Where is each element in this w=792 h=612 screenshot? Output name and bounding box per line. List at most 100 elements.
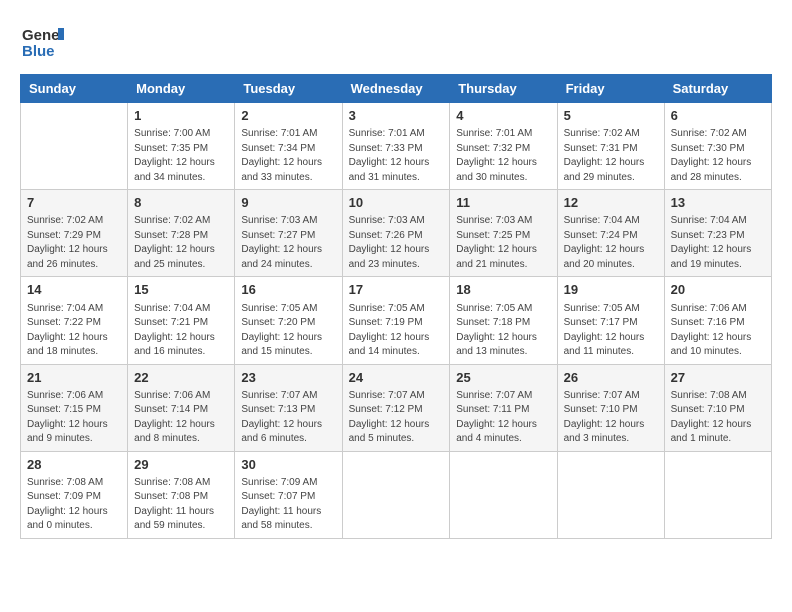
calendar-cell: 16Sunrise: 7:05 AM Sunset: 7:20 PM Dayli… <box>235 277 342 364</box>
day-info: Sunrise: 7:07 AM Sunset: 7:10 PM Dayligh… <box>564 389 658 447</box>
day-info: Sunrise: 7:05 AM Sunset: 7:18 PM Dayligh… <box>456 302 550 360</box>
calendar-cell: 11 Sunrise: 7:03 AM Sunset: 7:25 PM Dayli… <box>450 190 557 277</box>
calendar-cell: 18Sunrise: 7:05 AM Sunset: 7:18 PM Dayli… <box>450 277 557 364</box>
day-number: 24 <box>349 369 444 387</box>
day-number: 12 <box>564 194 658 212</box>
calendar-cell: 8Sunrise: 7:02 AM Sunset: 7:28 PM Daylig… <box>128 190 235 277</box>
day-number: 28 <box>27 456 121 474</box>
calendar-week-0: 1 Sunrise: 7:00 AM Sunset: 7:35 PM Daylig… <box>21 103 772 190</box>
calendar-cell: 12 Sunrise: 7:04 AM Sunset: 7:24 PM Dayli… <box>557 190 664 277</box>
calendar-cell: 4Sunrise: 7:01 AM Sunset: 7:32 PM Daylig… <box>450 103 557 190</box>
day-number: 20 <box>671 281 765 299</box>
calendar-cell: 14 Sunrise: 7:04 AM Sunset: 7:22 PM Dayli… <box>21 277 128 364</box>
calendar-cell: 2 Sunrise: 7:01 AM Sunset: 7:34 PM Daylig… <box>235 103 342 190</box>
calendar-week-3: 21 Sunrise: 7:06 AM Sunset: 7:15 PM Dayli… <box>21 364 772 451</box>
page-header: General Blue <box>20 20 772 64</box>
calendar-table: SundayMondayTuesdayWednesdayThursdayFrid… <box>20 74 772 539</box>
day-info: Sunrise: 7:03 AM Sunset: 7:25 PM Dayligh… <box>456 214 550 272</box>
day-info: Sunrise: 7:01 AM Sunset: 7:33 PM Dayligh… <box>349 127 444 185</box>
day-info: Sunrise: 7:08 AM Sunset: 7:10 PM Dayligh… <box>671 389 765 447</box>
day-number: 13 <box>671 194 765 212</box>
day-number: 10 <box>349 194 444 212</box>
calendar-week-2: 14 Sunrise: 7:04 AM Sunset: 7:22 PM Dayli… <box>21 277 772 364</box>
header-day-wednesday: Wednesday <box>342 75 450 103</box>
header-day-tuesday: Tuesday <box>235 75 342 103</box>
header-row: SundayMondayTuesdayWednesdayThursdayFrid… <box>21 75 772 103</box>
calendar-cell: 10 Sunrise: 7:03 AM Sunset: 7:26 PM Dayli… <box>342 190 450 277</box>
calendar-cell: 25 Sunrise: 7:07 AM Sunset: 7:11 PM Dayli… <box>450 364 557 451</box>
day-number: 6 <box>671 107 765 125</box>
day-number: 17 <box>349 281 444 299</box>
day-info: Sunrise: 7:04 AM Sunset: 7:21 PM Dayligh… <box>134 302 228 360</box>
day-number: 30 <box>241 456 335 474</box>
calendar-cell: 15 Sunrise: 7:04 AM Sunset: 7:21 PM Dayli… <box>128 277 235 364</box>
day-info: Sunrise: 7:01 AM Sunset: 7:34 PM Dayligh… <box>241 127 335 185</box>
day-number: 29 <box>134 456 228 474</box>
day-number: 1 <box>134 107 228 125</box>
calendar-cell: 1 Sunrise: 7:00 AM Sunset: 7:35 PM Daylig… <box>128 103 235 190</box>
calendar-cell: 21 Sunrise: 7:06 AM Sunset: 7:15 PM Dayli… <box>21 364 128 451</box>
day-info: Sunrise: 7:02 AM Sunset: 7:29 PM Dayligh… <box>27 214 121 272</box>
calendar-cell: 23Sunrise: 7:07 AM Sunset: 7:13 PM Dayli… <box>235 364 342 451</box>
svg-text:Blue: Blue <box>22 43 55 60</box>
calendar-cell: 24 Sunrise: 7:07 AM Sunset: 7:12 PM Dayli… <box>342 364 450 451</box>
day-info: Sunrise: 7:00 AM Sunset: 7:35 PM Dayligh… <box>134 127 228 185</box>
header-day-sunday: Sunday <box>21 75 128 103</box>
calendar-cell: 30 Sunrise: 7:09 AM Sunset: 7:07 PM Dayli… <box>235 451 342 538</box>
day-info: Sunrise: 7:06 AM Sunset: 7:15 PM Dayligh… <box>27 389 121 447</box>
day-info: Sunrise: 7:06 AM Sunset: 7:16 PM Dayligh… <box>671 302 765 360</box>
header-day-thursday: Thursday <box>450 75 557 103</box>
day-info: Sunrise: 7:04 AM Sunset: 7:22 PM Dayligh… <box>27 302 121 360</box>
header-day-monday: Monday <box>128 75 235 103</box>
day-number: 2 <box>241 107 335 125</box>
calendar-cell: 19 Sunrise: 7:05 AM Sunset: 7:17 PM Dayli… <box>557 277 664 364</box>
day-number: 14 <box>27 281 121 299</box>
day-number: 19 <box>564 281 658 299</box>
calendar-cell <box>21 103 128 190</box>
day-info: Sunrise: 7:08 AM Sunset: 7:09 PM Dayligh… <box>27 476 121 534</box>
day-number: 25 <box>456 369 550 387</box>
day-number: 22 <box>134 369 228 387</box>
day-info: Sunrise: 7:04 AM Sunset: 7:23 PM Dayligh… <box>671 214 765 272</box>
day-number: 5 <box>564 107 658 125</box>
day-number: 3 <box>349 107 444 125</box>
day-info: Sunrise: 7:09 AM Sunset: 7:07 PM Dayligh… <box>241 476 335 534</box>
day-info: Sunrise: 7:06 AM Sunset: 7:14 PM Dayligh… <box>134 389 228 447</box>
calendar-cell: 26 Sunrise: 7:07 AM Sunset: 7:10 PM Dayli… <box>557 364 664 451</box>
day-number: 16 <box>241 281 335 299</box>
day-info: Sunrise: 7:02 AM Sunset: 7:31 PM Dayligh… <box>564 127 658 185</box>
day-info: Sunrise: 7:03 AM Sunset: 7:27 PM Dayligh… <box>241 214 335 272</box>
day-number: 11 <box>456 194 550 212</box>
calendar-cell <box>450 451 557 538</box>
logo: General Blue <box>20 20 64 64</box>
day-info: Sunrise: 7:02 AM Sunset: 7:28 PM Dayligh… <box>134 214 228 272</box>
logo-icon: General Blue <box>20 20 64 64</box>
calendar-week-4: 28 Sunrise: 7:08 AM Sunset: 7:09 PM Dayli… <box>21 451 772 538</box>
calendar-cell: 29 Sunrise: 7:08 AM Sunset: 7:08 PM Dayli… <box>128 451 235 538</box>
day-number: 26 <box>564 369 658 387</box>
day-info: Sunrise: 7:02 AM Sunset: 7:30 PM Dayligh… <box>671 127 765 185</box>
svg-text:General: General <box>22 27 64 44</box>
day-info: Sunrise: 7:03 AM Sunset: 7:26 PM Dayligh… <box>349 214 444 272</box>
day-info: Sunrise: 7:07 AM Sunset: 7:12 PM Dayligh… <box>349 389 444 447</box>
day-info: Sunrise: 7:05 AM Sunset: 7:19 PM Dayligh… <box>349 302 444 360</box>
day-number: 27 <box>671 369 765 387</box>
day-info: Sunrise: 7:08 AM Sunset: 7:08 PM Dayligh… <box>134 476 228 534</box>
calendar-cell: 27 Sunrise: 7:08 AM Sunset: 7:10 PM Dayli… <box>664 364 771 451</box>
day-info: Sunrise: 7:07 AM Sunset: 7:11 PM Dayligh… <box>456 389 550 447</box>
calendar-cell: 5 Sunrise: 7:02 AM Sunset: 7:31 PM Daylig… <box>557 103 664 190</box>
day-number: 9 <box>241 194 335 212</box>
day-number: 21 <box>27 369 121 387</box>
calendar-week-1: 7Sunrise: 7:02 AM Sunset: 7:29 PM Daylig… <box>21 190 772 277</box>
calendar-cell: 13 Sunrise: 7:04 AM Sunset: 7:23 PM Dayli… <box>664 190 771 277</box>
calendar-cell: 6 Sunrise: 7:02 AM Sunset: 7:30 PM Daylig… <box>664 103 771 190</box>
day-number: 15 <box>134 281 228 299</box>
calendar-cell: 9 Sunrise: 7:03 AM Sunset: 7:27 PM Daylig… <box>235 190 342 277</box>
calendar-cell: 17 Sunrise: 7:05 AM Sunset: 7:19 PM Dayli… <box>342 277 450 364</box>
calendar-cell: 7Sunrise: 7:02 AM Sunset: 7:29 PM Daylig… <box>21 190 128 277</box>
day-info: Sunrise: 7:04 AM Sunset: 7:24 PM Dayligh… <box>564 214 658 272</box>
day-info: Sunrise: 7:05 AM Sunset: 7:17 PM Dayligh… <box>564 302 658 360</box>
calendar-cell: 3 Sunrise: 7:01 AM Sunset: 7:33 PM Daylig… <box>342 103 450 190</box>
day-number: 23 <box>241 369 335 387</box>
calendar-cell: 22 Sunrise: 7:06 AM Sunset: 7:14 PM Dayli… <box>128 364 235 451</box>
